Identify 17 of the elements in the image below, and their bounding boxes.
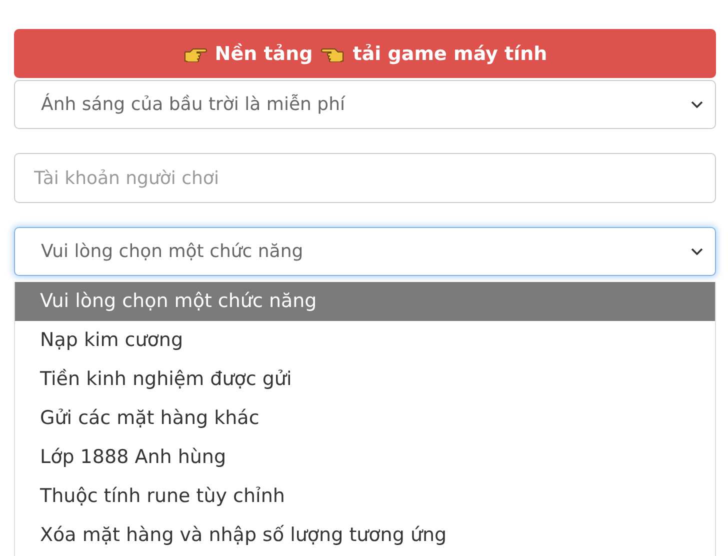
account-field[interactable]: Tài khoản người chơi	[14, 153, 716, 203]
banner-text: tải game máy tính	[352, 42, 548, 64]
dropdown-option[interactable]: Vui lòng chọn một chức năng	[15, 282, 715, 321]
dropdown-option[interactable]: Lớp 1888 Anh hùng	[15, 438, 715, 477]
dropdown-option[interactable]: Gửi các mặt hàng khác	[15, 399, 715, 438]
banner-button[interactable]: Nền tảng tải game máy tính	[14, 29, 716, 78]
dropdown-option[interactable]: Tiền kinh nghiệm được gửi	[15, 360, 715, 399]
chevron-down-icon	[691, 248, 703, 256]
dropdown-option[interactable]: Thuộc tính rune tùy chỉnh	[15, 477, 715, 516]
pointing-hand-icon	[320, 46, 345, 62]
server-select[interactable]: Ánh sáng của bầu trời là miễn phí	[14, 80, 716, 129]
chevron-down-icon	[691, 100, 703, 108]
banner-text: Nền tảng	[214, 42, 313, 64]
function-select[interactable]: Vui lòng chọn một chức năng	[14, 227, 716, 276]
pointing-hand-icon	[182, 46, 207, 62]
dropdown-option[interactable]: Nạp kim cương	[15, 321, 715, 360]
dropdown-option[interactable]: Xóa mặt hàng và nhập số lượng tương ứng	[15, 516, 715, 555]
